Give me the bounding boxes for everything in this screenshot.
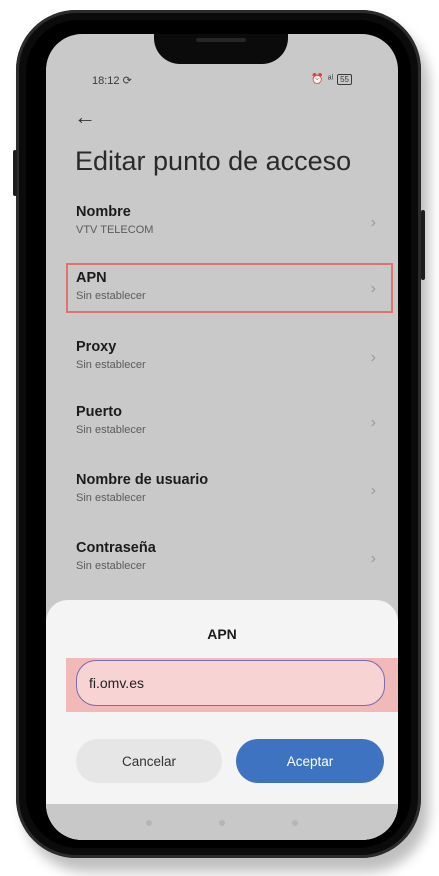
signal-icon: ᵃˡ <box>327 74 334 85</box>
chevron-right-icon: › <box>370 280 376 297</box>
earpiece-speaker <box>196 38 246 42</box>
status-bar: 18:12 ⟳ ⏰ ᵃˡ 55 <box>46 74 398 92</box>
accept-button[interactable]: Aceptar <box>236 739 384 783</box>
navigation-bar <box>46 804 398 840</box>
dialog-title: APN <box>207 626 237 642</box>
setting-value: Sin establecer <box>76 424 146 436</box>
setting-row-puerto[interactable]: Puerto Sin establecer › <box>76 404 376 450</box>
setting-row-nombre[interactable]: Nombre VTV TELECOM › <box>76 204 376 250</box>
setting-label: APN <box>76 270 107 286</box>
setting-label: Puerto <box>76 404 122 420</box>
setting-row-nombre-de-usuario[interactable]: Nombre de usuario Sin establecer › <box>76 472 376 518</box>
chevron-right-icon: › <box>370 214 376 231</box>
setting-label: Nombre <box>76 204 131 220</box>
status-icons: ⏰ ᵃˡ 55 <box>311 74 352 85</box>
sync-icon: ⟳ <box>122 75 132 87</box>
setting-row-apn[interactable]: APN Sin establecer › <box>76 270 376 316</box>
setting-value: Sin establecer <box>76 290 146 302</box>
camera-notch <box>154 34 288 64</box>
status-time: 18:12 ⟳ <box>92 74 132 87</box>
chevron-right-icon: › <box>370 550 376 567</box>
chevron-right-icon: › <box>370 414 376 431</box>
power-button <box>421 210 425 280</box>
battery-icon: 55 <box>337 74 352 85</box>
phone-screen: 18:12 ⟳ ⏰ ᵃˡ 55 ← Editar punto de acceso… <box>46 34 398 840</box>
nav-back-icon[interactable] <box>292 820 298 826</box>
setting-value: Sin establecer <box>76 359 146 371</box>
setting-label: Nombre de usuario <box>76 472 209 488</box>
nav-menu-icon[interactable] <box>146 820 152 826</box>
setting-row-contrasena[interactable]: Contraseña Sin establecer › <box>76 540 376 586</box>
alarm-icon: ⏰ <box>311 74 324 85</box>
setting-value: VTV TELECOM <box>76 224 154 236</box>
setting-row-proxy[interactable]: Proxy Sin establecer › <box>76 339 376 385</box>
volume-button <box>13 150 17 196</box>
setting-value: Sin establecer <box>76 492 146 504</box>
back-arrow-icon[interactable]: ← <box>74 104 96 130</box>
page-title: Editar punto de acceso <box>75 146 352 176</box>
chevron-right-icon: › <box>370 349 376 366</box>
time-text: 18:12 <box>92 75 120 87</box>
nav-home-icon[interactable] <box>219 820 225 826</box>
cancel-button[interactable]: Cancelar <box>76 739 222 783</box>
apn-input[interactable] <box>76 660 385 706</box>
setting-label: Proxy <box>76 339 117 355</box>
setting-label: Contraseña <box>76 540 156 556</box>
chevron-right-icon: › <box>370 482 376 499</box>
setting-value: Sin establecer <box>76 560 146 572</box>
